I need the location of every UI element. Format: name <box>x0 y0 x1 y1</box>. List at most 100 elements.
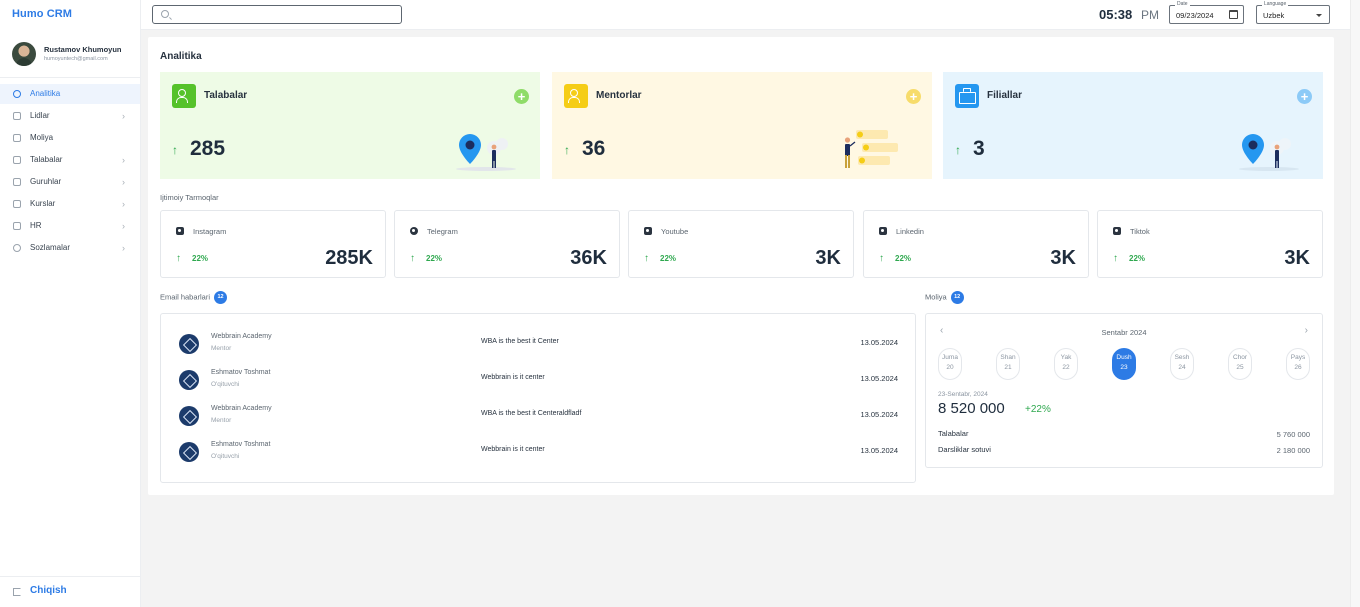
chevron-right-icon[interactable]: › <box>1305 325 1308 336</box>
calendar-day[interactable]: Sesh 24 <box>1170 348 1194 380</box>
finance-row-value: 5 760 000 <box>1276 430 1310 439</box>
sidebar-item-lidlar[interactable]: Lidlar › <box>0 106 140 126</box>
email-role: O'qituvchi <box>211 453 240 460</box>
day-name: Pays <box>1290 354 1306 361</box>
social-card-telegram[interactable]: Telegram ↑ 22% 36K <box>394 210 620 278</box>
arrow-up-icon: ↑ <box>955 143 961 157</box>
calendar-day[interactable]: Chor 25 <box>1228 348 1252 380</box>
arrow-up-icon: ↑ <box>644 253 649 264</box>
email-row[interactable]: Webbrain Academy Mentor WBA is the best … <box>161 326 915 362</box>
email-date: 13.05.2024 <box>860 446 898 455</box>
calendar-day[interactable]: Shan 21 <box>996 348 1020 380</box>
social-value: 3K <box>1284 247 1310 269</box>
instagram-icon <box>176 227 184 235</box>
stat-title: Talabalar <box>204 90 248 101</box>
app-logo[interactable]: Humo CRM <box>12 8 72 20</box>
social-section-title: Ijtimoiy Tarmoqlar <box>160 193 219 202</box>
topbar: 05:38 PM Date 09/23/2024 Language Uzbek <box>141 0 1360 30</box>
social-value: 285K <box>325 247 373 269</box>
sidebar-item-label: Sozlamalar <box>30 243 71 252</box>
sidebar-item-analitika[interactable]: Analitika <box>0 84 140 104</box>
social-name: Instagram <box>193 227 227 236</box>
stat-title: Filiallar <box>987 90 1023 101</box>
arrow-up-icon: ↑ <box>176 253 181 264</box>
add-icon[interactable]: + <box>906 89 921 104</box>
email-date: 13.05.2024 <box>860 338 898 347</box>
social-card-linkedin[interactable]: Linkedin ↑ 22% 3K <box>863 210 1089 278</box>
chevron-right-icon: › <box>122 111 125 121</box>
day-number: 26 <box>1294 364 1302 371</box>
language-label: Language <box>1262 1 1289 7</box>
stat-title: Mentorlar <box>596 90 642 101</box>
social-name: Telegram <box>427 227 458 236</box>
stat-value: 36 <box>582 137 606 160</box>
calendar-icon[interactable] <box>1229 10 1238 19</box>
search-box[interactable] <box>152 5 402 24</box>
sidebar-item-sozlamalar[interactable]: Sozlamalar › <box>0 238 140 258</box>
date-picker[interactable]: Date 09/23/2024 <box>1169 1 1244 24</box>
sidebar-item-label: Moliya <box>30 133 54 142</box>
tiktok-icon <box>1113 227 1121 235</box>
day-number: 24 <box>1178 364 1186 371</box>
sidebar-item-moliya[interactable]: Moliya <box>0 128 140 148</box>
count-badge: 12 <box>950 291 964 304</box>
calendar-day[interactable]: Yak 22 <box>1054 348 1078 380</box>
email-subject: Webbrain is it center <box>481 446 545 453</box>
clock-time: 05:38 <box>1099 7 1133 22</box>
social-card-instagram[interactable]: Instagram ↑ 22% 285K <box>160 210 386 278</box>
email-row[interactable]: Eshmatov Toshmat O'qituvchi Webbrain is … <box>161 434 915 470</box>
social-growth: 22% <box>895 254 912 263</box>
sidebar-item-kurslar[interactable]: Kurslar › <box>0 194 140 214</box>
sidebar-item-talabalar[interactable]: Talabalar › <box>0 150 140 170</box>
logout-button[interactable]: Chiqish <box>0 579 140 605</box>
main-panel: Analitika Talabalar + ↑ 285 Mentorlar + … <box>148 37 1334 495</box>
calendar-day-selected[interactable]: Dush 23 <box>1112 348 1136 380</box>
leads-icon <box>13 112 21 120</box>
calendar-day[interactable]: Juma 20 <box>938 348 962 380</box>
groups-icon <box>13 178 21 186</box>
stat-card-filiallar[interactable]: Filiallar + ↑ 3 <box>943 72 1323 179</box>
sidebar-item-guruhlar[interactable]: Guruhlar › <box>0 172 140 192</box>
avatar <box>12 42 36 66</box>
sender-logo-icon <box>179 442 199 462</box>
finance-row-label: Darsliklar sotuvi <box>938 445 991 454</box>
social-card-tiktok[interactable]: Tiktok ↑ 22% 3K <box>1097 210 1323 278</box>
day-name: Sesh <box>1174 354 1190 361</box>
finance-amount: 8 520 000 <box>938 400 1005 417</box>
sidebar-item-label: Talabalar <box>30 155 63 164</box>
arrow-up-icon: ↑ <box>410 253 415 264</box>
stat-card-mentorlar[interactable]: Mentorlar + ↑ 36 <box>552 72 932 179</box>
calendar-month: Sentabr 2024 <box>1101 328 1147 337</box>
sidebar-item-hr[interactable]: HR › <box>0 216 140 236</box>
telegram-icon <box>410 227 418 235</box>
social-card-youtube[interactable]: Youtube ↑ 22% 3K <box>628 210 854 278</box>
email-row[interactable]: Webbrain Academy Mentor WBA is the best … <box>161 398 915 434</box>
email-row[interactable]: Eshmatov Toshmat O'qituvchi Webbrain is … <box>161 362 915 398</box>
finance-row-value: 2 180 000 <box>1276 446 1310 455</box>
chevron-right-icon: › <box>122 155 125 165</box>
email-sender: Webbrain Academy <box>211 405 272 412</box>
day-number: 22 <box>1062 364 1070 371</box>
search-input[interactable] <box>173 8 393 21</box>
add-icon[interactable]: + <box>1297 89 1312 104</box>
language-select[interactable]: Language Uzbek <box>1256 1 1330 24</box>
stat-card-talabalar[interactable]: Talabalar + ↑ 285 <box>160 72 540 179</box>
social-value: 36K <box>570 247 607 269</box>
divider <box>0 576 140 577</box>
email-sender: Eshmatov Toshmat <box>211 441 271 448</box>
calendar-day[interactable]: Pays 26 <box>1286 348 1310 380</box>
social-name: Tiktok <box>1130 227 1150 236</box>
sidebar-item-label: HR <box>30 221 42 230</box>
page-scrollbar[interactable] <box>1350 0 1360 607</box>
location-illustration-icon <box>1239 134 1299 171</box>
email-role: Mentor <box>211 417 232 424</box>
divider <box>0 77 140 78</box>
language-value: Uzbek <box>1263 11 1285 20</box>
email-role: O'qituvchi <box>211 381 240 388</box>
date-value: 09/23/2024 <box>1176 11 1214 20</box>
sender-logo-icon <box>179 370 199 390</box>
user-profile[interactable]: Rustamov Khumoyun humoyuntech@gmail.com <box>0 40 140 70</box>
add-icon[interactable]: + <box>514 89 529 104</box>
day-number: 20 <box>946 364 954 371</box>
email-list: Webbrain Academy Mentor WBA is the best … <box>160 313 916 483</box>
